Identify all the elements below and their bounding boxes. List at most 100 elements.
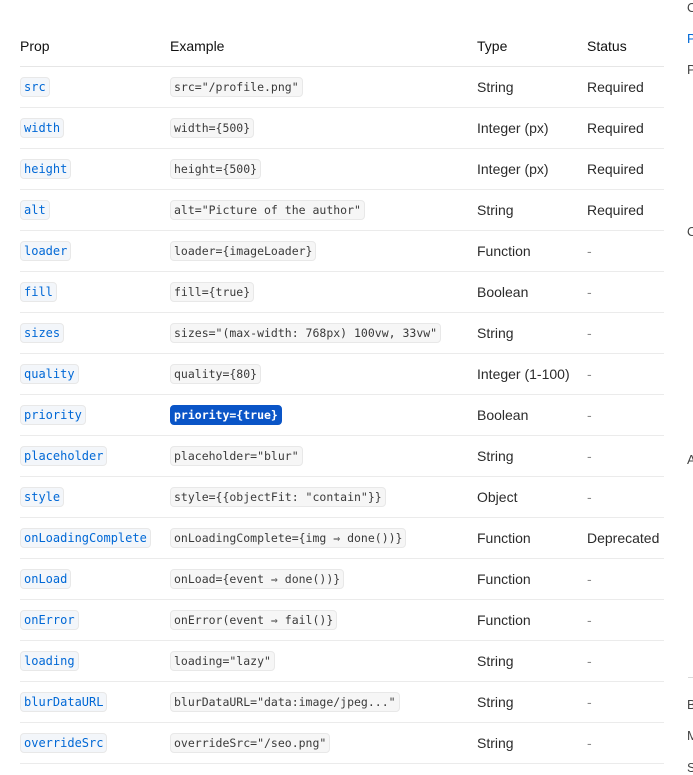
cell-type: String [477,722,587,764]
example-code: onLoad={event ⇒ done())} [170,569,345,589]
prop-name-link[interactable]: height [20,159,72,179]
example-code: loader={imageLoader} [170,241,317,261]
table-row: blurDataURL blurDataURL="data:image/jpeg.… [20,681,664,723]
cell-prop: blurDataURL [20,681,170,723]
cell-type: Integer (1-100) [477,353,587,395]
table-row: fill fill={true} Boolean - [20,271,664,313]
cell-prop: onLoadingComplete [20,517,170,559]
cell-prop: alt [20,189,170,231]
cell-example: onError(event ⇒ fail()} [170,599,477,641]
sidebar-edge-link[interactable]: P [687,31,693,46]
prop-name-link[interactable]: quality [20,364,79,384]
table-row: overrideSrc overrideSrc="/seo.png" String - [20,722,664,764]
cell-prop: loading [20,640,170,682]
props-table-container: Prop Example Type Status src src="/profil… [20,26,664,764]
cell-status: - [587,353,664,395]
table-row: width width={500} Integer (px) Required [20,107,664,149]
cell-status: - [587,476,664,518]
table-row: loading loading="lazy" String - [20,640,664,682]
table-row: sizes sizes="(max-width: 768px) 100vw, 33… [20,312,664,354]
cell-status: - [587,230,664,272]
cell-status: Required [587,66,664,108]
cell-example: src="/profile.png" [170,66,477,108]
prop-name-link[interactable]: priority [20,405,86,425]
prop-name-link[interactable]: alt [20,200,50,220]
sidebar-edge-fragment: A [687,452,693,467]
cell-example: sizes="(max-width: 768px) 100vw, 33vw" [170,312,477,354]
table-row: onError onError(event ⇒ fail()} Function - [20,599,664,641]
cell-status: Required [587,148,664,190]
prop-name-link[interactable]: placeholder [20,446,108,466]
cell-example: blurDataURL="data:image/jpeg..." [170,681,477,723]
prop-name-link[interactable]: style [20,487,65,507]
cell-prop: placeholder [20,435,170,477]
cell-prop: sizes [20,312,170,354]
prop-name-link[interactable]: loader [20,241,72,261]
cell-prop: src [20,66,170,108]
cell-example: loading="lazy" [170,640,477,682]
cell-type: Integer (px) [477,107,587,149]
prop-name-link[interactable]: sizes [20,323,65,343]
cell-example: loader={imageLoader} [170,230,477,272]
cell-status: - [587,394,664,436]
cell-prop: fill [20,271,170,313]
sidebar-edge-fragment: P [687,62,693,77]
table-row: style style={{objectFit: "contain"}} Objec… [20,476,664,518]
cell-prop: height [20,148,170,190]
example-code: sizes="(max-width: 768px) 100vw, 33vw" [170,323,442,343]
cell-status: - [587,681,664,723]
prop-name-link[interactable]: fill [20,282,57,302]
cell-status: - [587,599,664,641]
example-code: placeholder="blur" [170,446,303,466]
table-row: loader loader={imageLoader} Function - [20,230,664,272]
prop-name-link[interactable]: width [20,118,65,138]
table-row: height height={500} Integer (px) Required [20,148,664,190]
cell-type: Integer (px) [477,148,587,190]
cell-prop: onLoad [20,558,170,600]
table-header-row: Prop Example Type Status [20,26,664,67]
prop-name-link[interactable]: onLoad [20,569,72,589]
cell-status: - [587,722,664,764]
cell-type: Function [477,558,587,600]
cell-example: overrideSrc="/seo.png" [170,722,477,764]
example-code: fill={true} [170,282,255,302]
cell-prop: loader [20,230,170,272]
prop-name-link[interactable]: blurDataURL [20,692,108,712]
cell-prop: priority [20,394,170,436]
cell-type: Boolean [477,271,587,313]
prop-name-link[interactable]: onLoadingComplete [20,528,151,548]
example-code: onLoadingComplete={img ⇒ done())} [170,528,407,548]
sidebar-edge-divider [688,677,693,678]
table-row: onLoadingComplete onLoadingComplete={img … [20,517,664,559]
cell-type: String [477,435,587,477]
cell-type: Object [477,476,587,518]
cell-example: onLoadingComplete={img ⇒ done())} [170,517,477,559]
example-code: width={500} [170,118,255,138]
prop-name-link[interactable]: loading [20,651,79,671]
cell-example: onLoad={event ⇒ done())} [170,558,477,600]
cell-status: Required [587,189,664,231]
cell-prop: onError [20,599,170,641]
cell-status: - [587,640,664,682]
prop-name-link[interactable]: onError [20,610,79,630]
prop-name-link[interactable]: src [20,77,50,97]
cell-prop: style [20,476,170,518]
example-code: quality={80} [170,364,262,384]
cell-status: - [587,312,664,354]
cell-example: fill={true} [170,271,477,313]
cell-example: placeholder="blur" [170,435,477,477]
cell-type: Boolean [477,394,587,436]
cell-status: - [587,558,664,600]
table-row: alt alt="Picture of the author" String Requ… [20,189,664,231]
cell-example: width={500} [170,107,477,149]
header-prop: Prop [20,26,170,67]
cell-example: alt="Picture of the author" [170,189,477,231]
cell-type: Function [477,517,587,559]
prop-name-link[interactable]: overrideSrc [20,733,108,753]
cell-prop: overrideSrc [20,722,170,764]
cell-type: Function [477,230,587,272]
sidebar-edge-fragment: O [687,224,693,239]
cell-example: height={500} [170,148,477,190]
table-row: placeholder placeholder="blur" String - [20,435,664,477]
cell-status: Required [587,107,664,149]
